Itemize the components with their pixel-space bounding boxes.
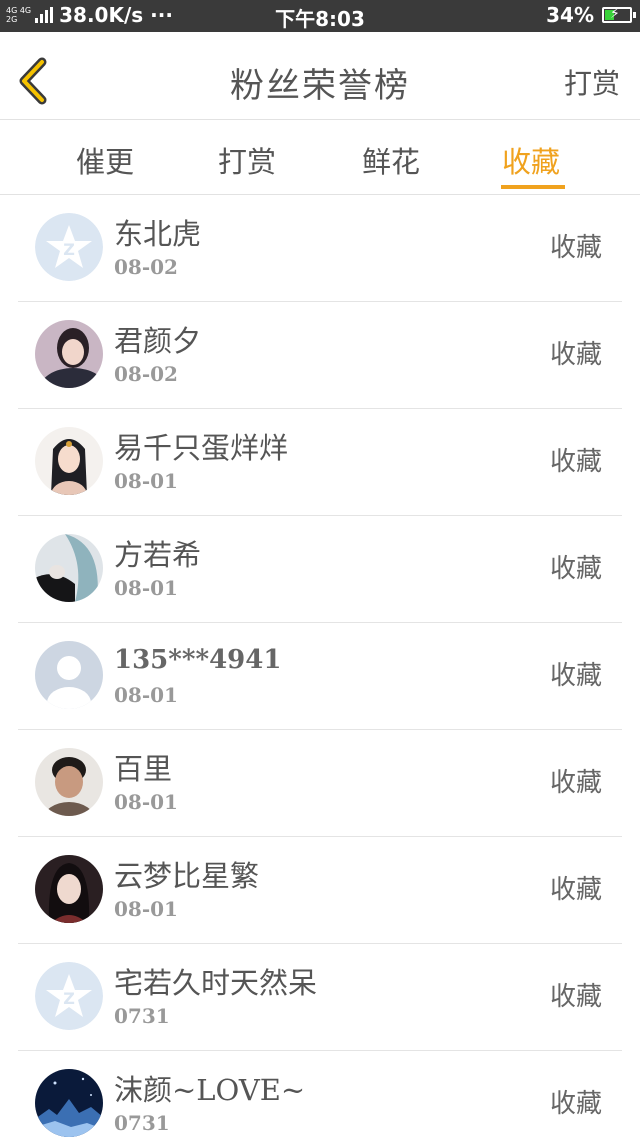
list-item[interactable]: 云梦比星繁 08-01 收藏 bbox=[18, 837, 622, 944]
fan-list: Z 东北虎 08-02 收藏 君颜夕 08-02 收藏 易千只蛋烊烊 08-01… bbox=[18, 195, 622, 1138]
svg-text:Z: Z bbox=[63, 240, 75, 259]
page-title: 粉丝荣誉榜 bbox=[230, 66, 410, 106]
reward-button[interactable]: 打赏 bbox=[564, 62, 620, 102]
fan-date: 0731 bbox=[114, 1004, 170, 1028]
photo-avatar bbox=[35, 748, 103, 816]
fan-name: 东北虎 bbox=[114, 217, 202, 251]
fan-name: 百里 bbox=[114, 752, 173, 786]
status-right: 34% ⚡ bbox=[546, 3, 636, 27]
fan-name: 135***4941 bbox=[114, 645, 282, 675]
fan-action-label: 收藏 bbox=[549, 233, 602, 263]
default-person-avatar bbox=[35, 641, 103, 709]
list-item[interactable]: 百里 08-01 收藏 bbox=[18, 730, 622, 837]
fan-action-label: 收藏 bbox=[549, 340, 602, 370]
fan-name: 宅若久时天然呆 bbox=[114, 966, 318, 1000]
fan-name: 易千只蛋烊烊 bbox=[114, 431, 289, 465]
fan-action-label: 收藏 bbox=[549, 447, 602, 477]
battery-percent: 34% bbox=[546, 3, 594, 27]
fan-date: 08-01 bbox=[114, 897, 178, 921]
fan-action-label: 收藏 bbox=[549, 1089, 602, 1119]
anime-girl-avatar bbox=[35, 427, 103, 495]
fan-action-label: 收藏 bbox=[549, 554, 602, 584]
status-time: 下午8:03 bbox=[275, 7, 365, 31]
list-item[interactable]: 135***4941 08-01 收藏 bbox=[18, 623, 622, 730]
photo-avatar bbox=[35, 320, 103, 388]
fan-action-label: 收藏 bbox=[549, 661, 602, 691]
tab-bar: 催更 打赏 鲜花 收藏 bbox=[0, 121, 640, 195]
tab-reward[interactable]: 打赏 bbox=[218, 139, 276, 181]
fan-action-label: 收藏 bbox=[549, 982, 602, 1012]
fan-date: 08-02 bbox=[114, 255, 178, 279]
tab-urge[interactable]: 催更 bbox=[76, 139, 134, 181]
fan-name: 君颜夕 bbox=[114, 324, 202, 358]
fan-date: 08-01 bbox=[114, 683, 178, 707]
fan-name: 沫颜~LOVE~ bbox=[114, 1073, 306, 1107]
tab-flowers[interactable]: 鲜花 bbox=[362, 139, 420, 181]
anime-avatar bbox=[35, 855, 103, 923]
night-scene-avatar bbox=[35, 1069, 103, 1137]
charging-icon: ⚡ bbox=[610, 6, 620, 22]
status-bar: 4G 4G 2G 38.0K/s ··· 下午8:03 34% ⚡ bbox=[0, 0, 640, 32]
fan-date: 0731 bbox=[114, 1111, 170, 1135]
tab-favorites[interactable]: 收藏 bbox=[502, 139, 560, 181]
battery-icon: ⚡ bbox=[602, 6, 636, 23]
fan-name: 云梦比星繁 bbox=[114, 859, 260, 893]
svg-text:Z: Z bbox=[63, 989, 75, 1008]
fan-action-label: 收藏 bbox=[549, 768, 602, 798]
list-item[interactable]: Z 宅若久时天然呆 0731 收藏 bbox=[18, 944, 622, 1051]
fan-date: 08-01 bbox=[114, 576, 178, 600]
default-star-avatar: Z bbox=[35, 962, 103, 1030]
fan-date: 08-02 bbox=[114, 362, 178, 386]
list-item[interactable]: 易千只蛋烊烊 08-01 收藏 bbox=[18, 409, 622, 516]
anime-couple-avatar bbox=[35, 534, 103, 602]
fan-name: 方若希 bbox=[114, 538, 202, 572]
list-item[interactable]: 沫颜~LOVE~ 0731 收藏 bbox=[18, 1051, 622, 1138]
list-item[interactable]: 君颜夕 08-02 收藏 bbox=[18, 302, 622, 409]
fan-date: 08-01 bbox=[114, 469, 178, 493]
fan-action-label: 收藏 bbox=[549, 875, 602, 905]
header: 粉丝荣誉榜 打赏 bbox=[0, 32, 640, 120]
list-item[interactable]: 方若希 08-01 收藏 bbox=[18, 516, 622, 623]
list-item[interactable]: Z 东北虎 08-02 收藏 bbox=[18, 195, 622, 302]
fan-date: 08-01 bbox=[114, 790, 178, 814]
default-star-avatar: Z bbox=[35, 213, 103, 281]
active-tab-indicator bbox=[501, 185, 565, 189]
